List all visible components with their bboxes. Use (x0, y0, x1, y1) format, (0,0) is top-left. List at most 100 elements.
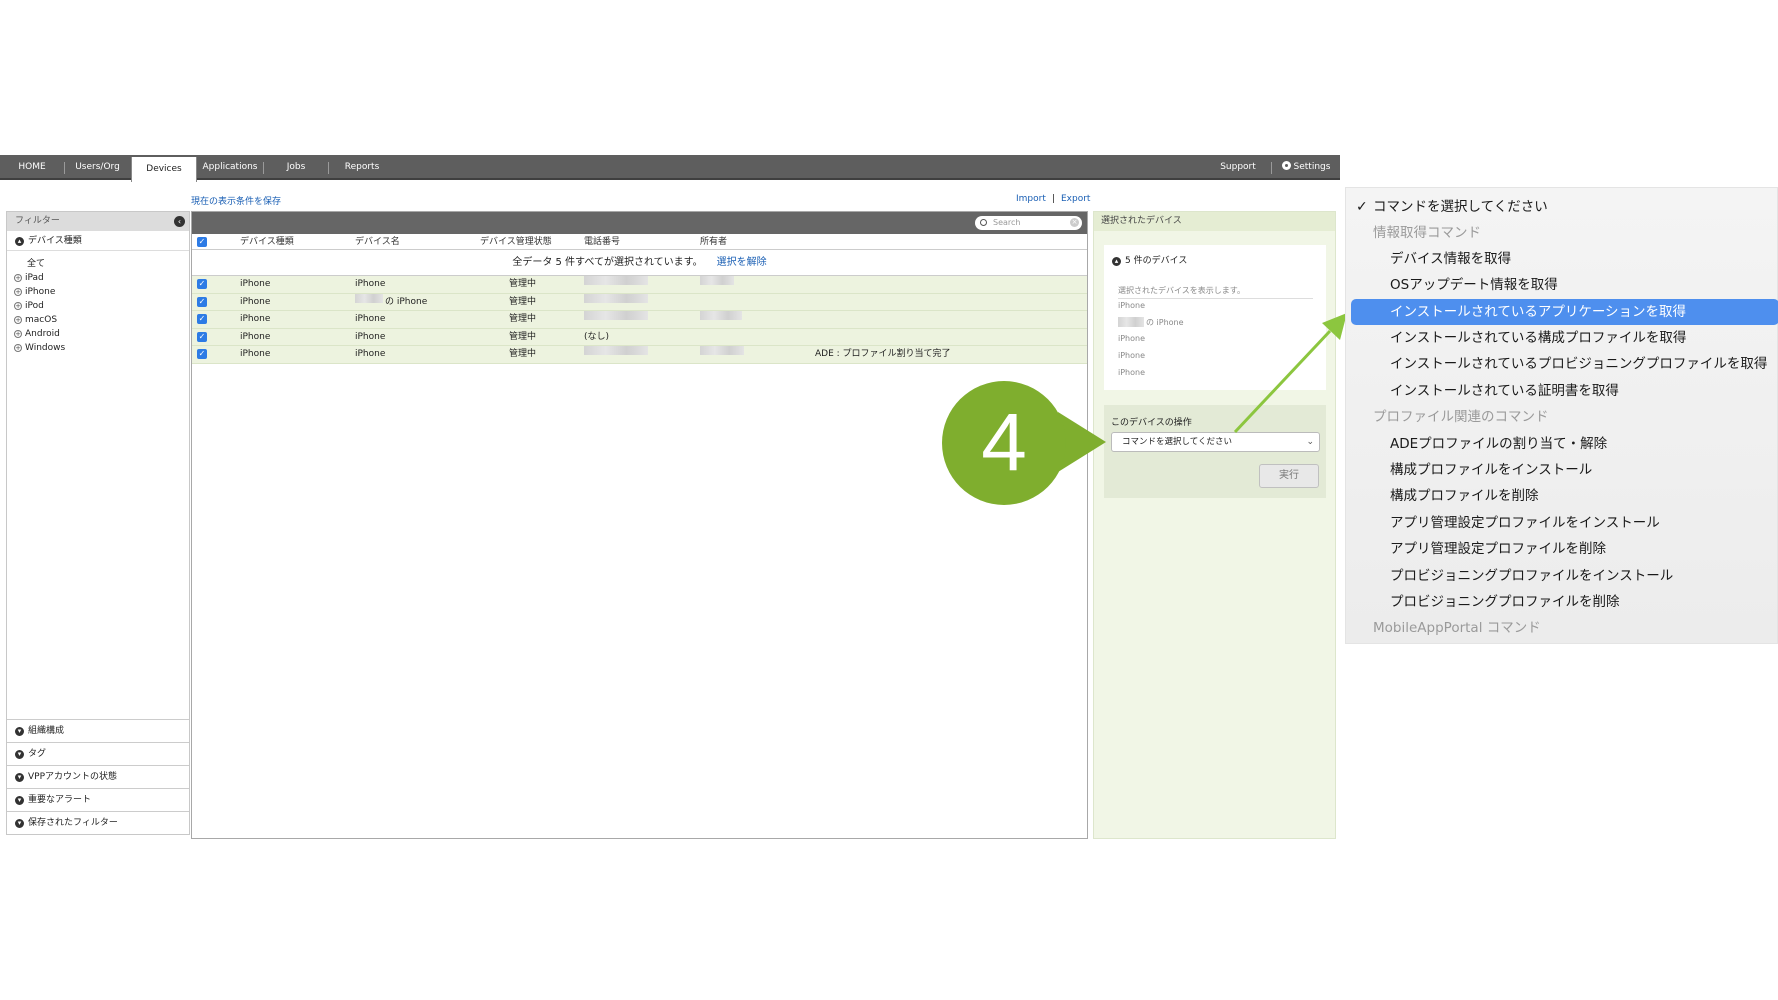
redacted-owner (700, 346, 744, 355)
row-checkbox[interactable]: ✓ (197, 314, 207, 324)
col-device-type[interactable]: デバイス種類 (240, 234, 294, 250)
tab-users-org[interactable]: Users/Org (65, 155, 130, 180)
collapse-circle-icon: ▴ (1112, 257, 1121, 266)
col-management-state[interactable]: デバイス管理状態 (480, 234, 552, 250)
filter-device-type[interactable]: ▴ デバイス種類 (7, 231, 189, 251)
table-row[interactable]: ✓ iPhone iPhone 管理中 (192, 311, 1087, 329)
redacted-owner (700, 311, 742, 320)
menu-item-remove-provisioning-profile[interactable]: プロビジョニングプロファイルを削除 (1346, 589, 1778, 615)
filter-item-android[interactable]: + Android (7, 327, 189, 341)
col-owner[interactable]: 所有者 (700, 234, 727, 250)
table-row[interactable]: ✓ iPhone iPhone 管理中 (なし) (192, 328, 1087, 346)
collapse-circle-icon: ▴ (15, 237, 24, 246)
clear-selection-link[interactable]: 選択を解除 (717, 257, 767, 268)
menu-item-installed-provisioning-profiles[interactable]: インストールされているプロビジョニングプロファイルを取得 (1346, 351, 1778, 377)
filter-item-ipad[interactable]: + iPad (7, 271, 189, 285)
menu-item-label: コマンドを選択してください (1373, 199, 1548, 215)
top-nav: HOME Users/Org Devices Applications Jobs… (0, 155, 1340, 182)
table-row[interactable]: ✓ iPhone の iPhone 管理中 (192, 293, 1087, 311)
expand-circle-icon: ▾ (15, 773, 24, 782)
expand-icon: + (14, 316, 22, 324)
menu-item-install-provisioning-profile[interactable]: プロビジョニングプロファイルをインストール (1346, 563, 1778, 589)
table-row[interactable]: ✓ iPhone iPhone 管理中 ADE : プロファイル割り当て完了 (192, 346, 1087, 364)
filter-sidebar: フィルター ‹ ▴ デバイス種類 全て + iPad + iPhone + iPod +… (6, 211, 190, 835)
filter-organization[interactable]: ▾ 組織構成 (7, 719, 189, 742)
cell-type: iPhone (240, 349, 271, 359)
expand-circle-icon: ▾ (15, 750, 24, 759)
filter-bottom-sections: ▾ 組織構成 ▾ タグ ▾ VPPアカウントの状態 ▾ 重要なアラート ▾ 保存されたフィ… (7, 719, 189, 834)
cell-name: iPhone (355, 331, 386, 342)
tab-devices[interactable]: Devices (131, 157, 197, 182)
settings-link[interactable]: Settings (1275, 155, 1337, 180)
filter-item-label: Android (25, 329, 60, 339)
search-input[interactable]: Search × (975, 216, 1082, 230)
redacted-phone (584, 346, 648, 355)
col-phone[interactable]: 電話番号 (584, 234, 620, 250)
filter-tags[interactable]: ▾ タグ (7, 742, 189, 765)
col-device-name[interactable]: デバイス名 (355, 234, 400, 250)
filter-item-label: Windows (25, 343, 66, 353)
cell-status: 管理中 (509, 349, 537, 359)
tab-home[interactable]: HOME (0, 155, 64, 180)
expand-icon: + (14, 302, 22, 310)
redacted-owner (700, 276, 734, 285)
expand-icon: + (14, 344, 22, 352)
command-select[interactable]: コマンドを選択してください ⌄ (1111, 432, 1320, 452)
filter-item-all[interactable]: 全て (7, 257, 189, 271)
redacted-phone (584, 293, 648, 303)
row-checkbox[interactable]: ✓ (197, 331, 207, 342)
filter-item-iphone[interactable]: + iPhone (7, 285, 189, 299)
tab-reports[interactable]: Reports (329, 155, 395, 180)
section-label: VPPアカウントの状態 (28, 772, 118, 782)
filter-item-windows[interactable]: + Windows (7, 341, 189, 355)
select-all-checkbox[interactable]: ✓ (197, 237, 207, 247)
support-link[interactable]: Support (1205, 155, 1271, 180)
app-window: HOME Users/Org Devices Applications Jobs… (0, 155, 1340, 845)
row-checkbox[interactable]: ✓ (197, 349, 207, 359)
import-link[interactable]: Import (1016, 194, 1046, 204)
row-checkbox[interactable]: ✓ (197, 296, 207, 307)
filter-saved[interactable]: ▾ 保存されたフィルター (7, 811, 189, 834)
table-header: ✓ デバイス種類 デバイス名 デバイス管理状態 電話番号 所有者 (192, 234, 1087, 250)
filter-item-label: iPad (25, 273, 44, 283)
clear-icon[interactable]: × (1070, 218, 1079, 227)
tab-applications[interactable]: Applications (197, 155, 263, 180)
menu-item-install-app-config-profile[interactable]: アプリ管理設定プロファイルをインストール (1346, 510, 1778, 536)
checkmark-icon: ✓ (1356, 199, 1368, 215)
filter-item-label: macOS (25, 315, 58, 325)
table-row[interactable]: ✓ iPhone iPhone 管理中 (192, 276, 1087, 294)
expand-icon: + (14, 274, 22, 282)
menu-item-installed-config-profiles[interactable]: インストールされている構成プロファイルを取得 (1346, 325, 1778, 351)
redacted-phone (584, 276, 648, 285)
cell-type: iPhone (240, 331, 271, 342)
filter-item-label: iPhone (25, 287, 56, 297)
save-view-link[interactable]: 現在の表示条件を保存 (191, 194, 281, 207)
menu-item-placeholder[interactable]: ✓ コマンドを選択してください (1346, 194, 1778, 220)
row-checkbox[interactable]: ✓ (197, 279, 207, 289)
operation-label: このデバイスの操作 (1111, 418, 1192, 428)
export-link[interactable]: Export (1061, 194, 1090, 204)
selected-device: の iPhone (1146, 318, 1184, 327)
collapse-icon[interactable]: ‹ (174, 216, 185, 227)
menu-item-install-config-profile[interactable]: 構成プロファイルをインストール (1346, 457, 1778, 483)
menu-item-device-info[interactable]: デバイス情報を取得 (1346, 246, 1778, 272)
device-count[interactable]: ▴ 5 件のデバイス (1112, 253, 1187, 266)
run-button[interactable]: 実行 (1259, 464, 1319, 488)
filter-item-ipod[interactable]: + iPod (7, 299, 189, 313)
selected-device: iPhone (1118, 334, 1146, 343)
menu-item-os-update[interactable]: OSアップデート情報を取得 (1346, 272, 1778, 298)
filter-alerts[interactable]: ▾ 重要なアラート (7, 788, 189, 811)
menu-item-installed-apps[interactable]: インストールされているアプリケーションを取得 (1351, 299, 1778, 325)
panel-description: 選択されたデバイスを表示します。 (1118, 285, 1313, 299)
section-label: 組織構成 (28, 726, 65, 736)
menu-item-remove-config-profile[interactable]: 構成プロファイルを削除 (1346, 483, 1778, 509)
menu-item-remove-app-config-profile[interactable]: アプリ管理設定プロファイルを削除 (1346, 536, 1778, 562)
cell-type: iPhone (240, 279, 271, 289)
tab-jobs[interactable]: Jobs (264, 155, 328, 180)
menu-item-installed-certificates[interactable]: インストールされている証明書を取得 (1346, 378, 1778, 404)
filter-vpp[interactable]: ▾ VPPアカウントの状態 (7, 765, 189, 788)
filter-item-macos[interactable]: + macOS (7, 313, 189, 327)
selected-device: iPhone (1118, 301, 1146, 310)
menu-group-info: 情報取得コマンド (1373, 225, 1481, 241)
menu-item-ade-profile[interactable]: ADEプロファイルの割り当て・解除 (1346, 431, 1778, 457)
